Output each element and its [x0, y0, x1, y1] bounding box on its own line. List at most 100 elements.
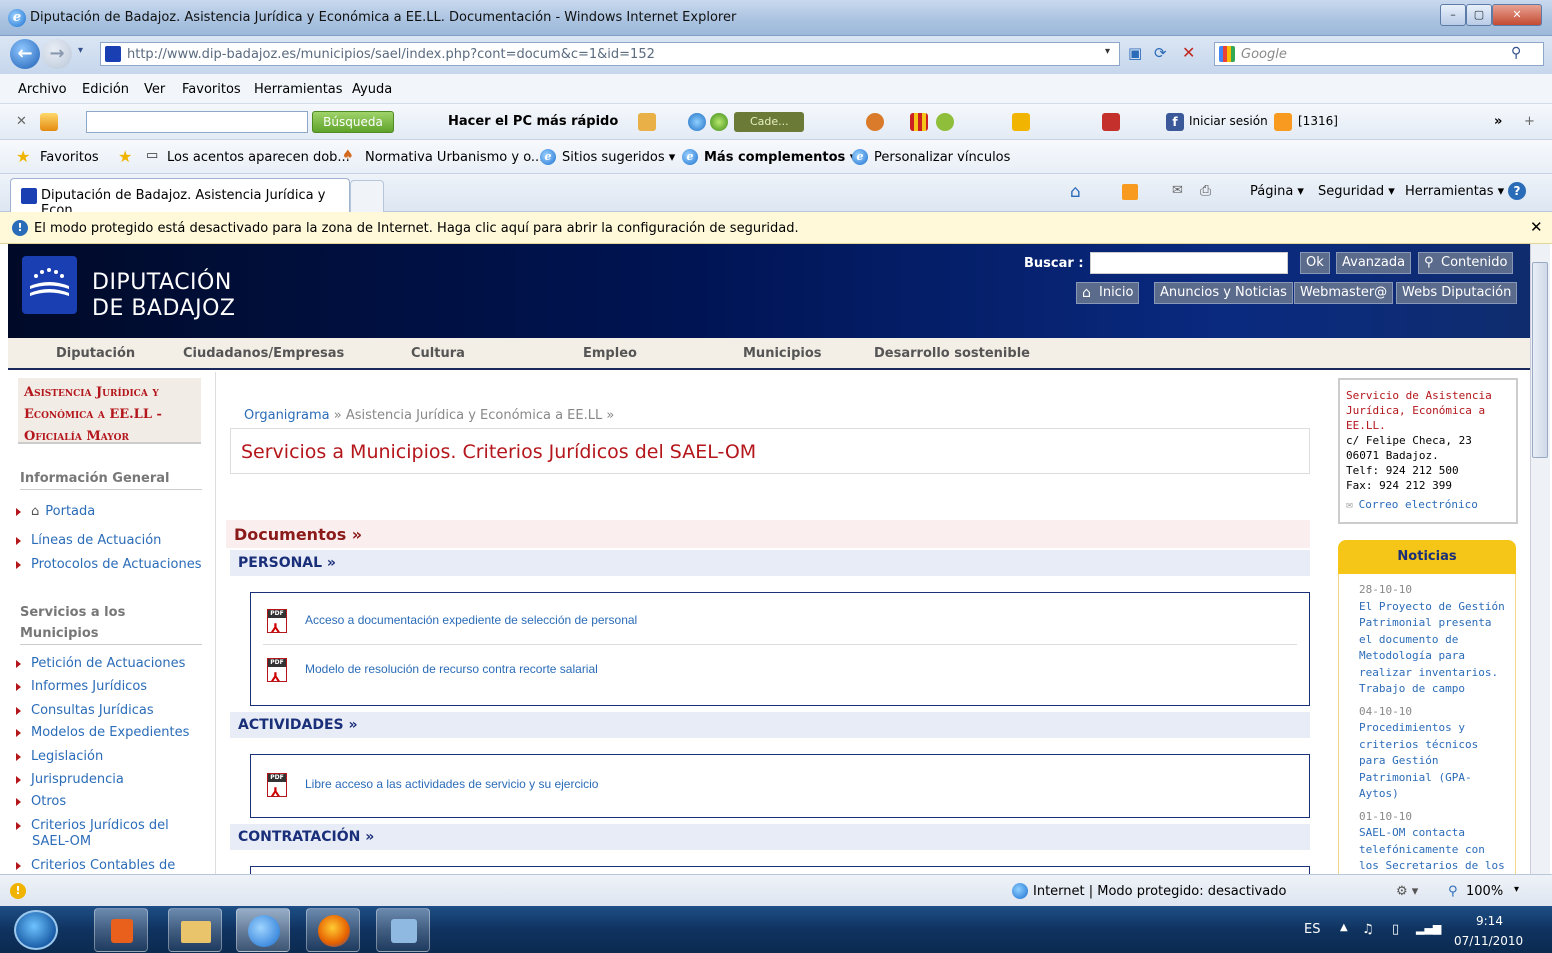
menu-herramientas[interactable]: Herramientas — [254, 82, 343, 97]
toolbar-search-input[interactable] — [86, 111, 308, 133]
sidebar-item-consultas[interactable]: Consultas Jurídicas — [16, 703, 154, 718]
nav-ciudadanos[interactable]: Ciudadanos/Empresas — [183, 346, 344, 361]
zoom-level[interactable]: 100% — [1466, 884, 1503, 899]
zone-status[interactable]: Internet | Modo protegido: desactivado — [1033, 884, 1286, 899]
list-item[interactable]: PDF ⅄ Acceso a documentación expediente d… — [263, 597, 1297, 645]
nav-cultura[interactable]: Cultura — [411, 346, 465, 361]
toolbar-more-icon[interactable]: » — [1494, 114, 1502, 129]
tray-arrow-icon[interactable]: ▲ — [1340, 922, 1348, 933]
sidebar-item-informes[interactable]: Informes Jurídicos — [16, 679, 147, 694]
webs-diputacion-link[interactable]: Webs Diputación — [1396, 282, 1518, 304]
nav-empleo[interactable]: Empleo — [583, 346, 637, 361]
sidebar-item-criterios-contables[interactable]: Criterios Contables de — [16, 858, 175, 873]
site-search-input[interactable] — [1090, 252, 1288, 274]
list-item[interactable]: PDF ⅄ Libre acceso a las actividades de s… — [263, 761, 1297, 809]
youtube-icon[interactable] — [1102, 113, 1120, 131]
sidebar-item-modelos[interactable]: Modelos de Expedientes — [16, 725, 189, 740]
nav-desarrollo[interactable]: Desarrollo sostenible — [874, 346, 1030, 361]
add-favorite-icon[interactable]: ★ — [118, 147, 132, 166]
doc-link[interactable]: Acceso a documentación expediente de sel… — [305, 613, 637, 627]
webmaster-link[interactable]: Webmaster@ — [1294, 282, 1394, 304]
fav-personalizar[interactable]: Personalizar vínculos — [874, 150, 1010, 165]
fav-mas-complementos[interactable]: Más complementos ▾ — [704, 150, 856, 165]
diputacion-logo-icon[interactable] — [22, 256, 77, 314]
sidebar-item-criterios-juridicos-cont[interactable]: SAEL-OM — [32, 834, 91, 849]
mail-icon[interactable]: ✉ — [1172, 183, 1183, 198]
cmd-seguridad[interactable]: Seguridad ▾ — [1318, 184, 1395, 199]
history-dropdown-icon[interactable]: ▾ — [78, 45, 83, 56]
anuncios-link[interactable]: Anuncios y Noticias — [1154, 282, 1293, 304]
clock-date[interactable]: 07/11/2010 — [1454, 934, 1523, 948]
menu-edicion[interactable]: Edición — [82, 82, 129, 97]
fav-link-normativa[interactable]: Normativa Urbanismo y o... — [365, 150, 543, 165]
addon-globe-icon[interactable] — [688, 113, 706, 131]
toolbar-logo-icon[interactable] — [40, 113, 58, 131]
forward-button[interactable]: → — [42, 39, 72, 69]
taskbar-folder-icon[interactable] — [168, 908, 222, 952]
search-input[interactable]: Google ⚲ — [1214, 42, 1544, 66]
search-go-icon[interactable]: ⚲ — [1511, 45, 1521, 61]
fav-link-acentos[interactable]: Los acentos aparecen dob... — [167, 150, 350, 165]
signal-icon[interactable]: ▂▄▆ — [1416, 922, 1441, 935]
cade-dropdown[interactable]: Cade... — [734, 112, 804, 132]
addon-face-icon[interactable] — [866, 113, 884, 131]
toolbar-close-icon[interactable]: ✕ — [16, 114, 27, 129]
breadcrumb-organigrama[interactable]: Organigrama — [244, 408, 330, 423]
sidebar-item-protocolos[interactable]: Protocolos de Actuaciones — [16, 557, 201, 572]
addon-grid-icon[interactable] — [910, 113, 928, 131]
addon-frog-icon[interactable] — [936, 113, 954, 131]
inicio-link[interactable]: ⌂ Inicio — [1076, 282, 1140, 304]
refresh-icon[interactable]: ⟳ — [1154, 44, 1167, 62]
email-link[interactable]: ✉ Correo electrónico — [1346, 497, 1510, 512]
taskbar-firefox-icon[interactable] — [306, 908, 360, 952]
ok-button[interactable]: Ok — [1300, 252, 1330, 274]
help-icon[interactable]: ? — [1508, 182, 1526, 200]
sidebar-item-legislacion[interactable]: Legislación — [16, 749, 103, 764]
language-indicator[interactable]: ES — [1304, 922, 1320, 937]
rss-icon[interactable] — [1274, 113, 1292, 131]
busqueda-button[interactable]: Búsqueda — [312, 111, 394, 133]
menu-favoritos[interactable]: Favoritos — [182, 82, 241, 97]
avanzada-button[interactable]: Avanzada — [1336, 252, 1412, 274]
menu-ver[interactable]: Ver — [144, 82, 165, 97]
address-input[interactable]: http://www.dip-badajoz.es/municipios/sae… — [100, 42, 1120, 66]
nav-municipios[interactable]: Municipios — [743, 346, 822, 361]
cmd-pagina[interactable]: Página ▾ — [1250, 184, 1304, 199]
sidebar-item-criterios-juridicos[interactable]: Criterios Jurídicos del — [16, 818, 169, 833]
minimize-button[interactable]: – — [1440, 4, 1466, 26]
news-link[interactable]: SAEL-OM contacta telefónicamente con los… — [1359, 825, 1511, 874]
close-button[interactable]: ✕ — [1492, 4, 1542, 26]
sidebar-item-lineas[interactable]: Líneas de Actuación — [16, 533, 161, 548]
home-icon[interactable]: ⌂ — [1070, 182, 1081, 202]
contenido-button[interactable]: ⚲ Contenido — [1418, 252, 1514, 274]
toolbar-add-icon[interactable]: + — [1524, 114, 1535, 129]
menu-archivo[interactable]: Archivo — [18, 82, 67, 97]
address-dropdown-icon[interactable]: ▾ — [1105, 46, 1110, 57]
taskbar-ie-icon[interactable] — [236, 908, 290, 952]
info-close-icon[interactable]: ✕ — [1530, 218, 1543, 236]
sidebar-item-jurisprudencia[interactable]: Jurisprudencia — [16, 772, 124, 787]
clock-time[interactable]: 9:14 — [1476, 914, 1503, 928]
addon-icon[interactable] — [638, 113, 656, 131]
nav-diputacion[interactable]: Diputación — [56, 346, 135, 361]
section-personal[interactable]: PERSONAL » — [230, 550, 1310, 576]
taskbar-network-icon[interactable] — [376, 908, 430, 952]
documentos-header[interactable]: Documentos » — [226, 520, 1310, 548]
iniciar-sesion-button[interactable]: Iniciar sesión — [1189, 114, 1268, 128]
back-button[interactable]: ← — [10, 39, 40, 69]
sidebar-item-otros[interactable]: Otros — [16, 794, 66, 809]
addon-chart-icon[interactable] — [1012, 113, 1030, 131]
warning-icon[interactable]: ! — [10, 883, 26, 899]
compat-view-icon[interactable]: ▣ — [1128, 44, 1142, 62]
start-button[interactable] — [14, 910, 58, 950]
facebook-icon[interactable]: f — [1166, 113, 1184, 131]
doc-link[interactable]: Modelo de resolución de recurso contra r… — [305, 662, 598, 676]
maximize-button[interactable]: ▢ — [1466, 4, 1492, 26]
hacer-pc-button[interactable]: Hacer el PC más rápido — [448, 114, 618, 129]
section-contratacion[interactable]: CONTRATACIÓN » — [230, 824, 1310, 850]
sidebar-item-peticion[interactable]: Petición de Actuaciones — [16, 656, 185, 671]
scrollbar-thumb[interactable] — [1532, 262, 1548, 458]
new-tab-button[interactable] — [350, 180, 384, 212]
info-bar[interactable]: ! El modo protegido está desactivado par… — [0, 212, 1552, 244]
list-item[interactable]: PDF ⅄ Modelo de resolución de recurso con… — [263, 646, 1297, 694]
